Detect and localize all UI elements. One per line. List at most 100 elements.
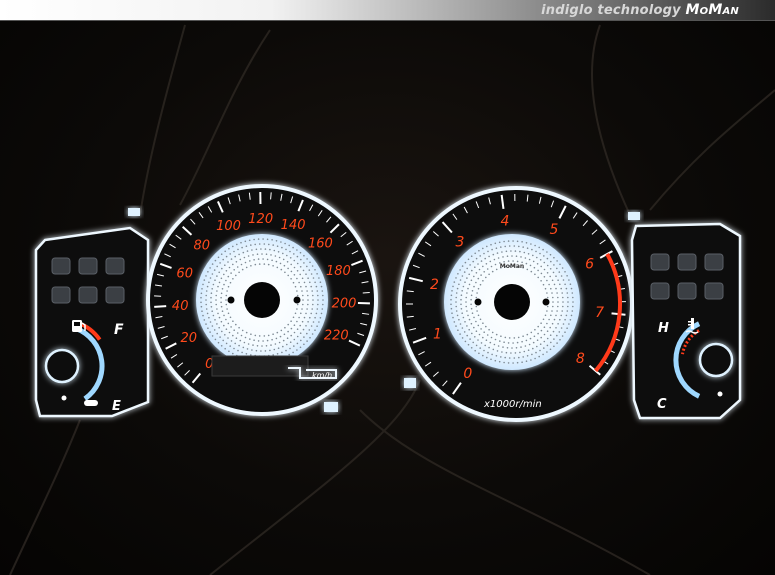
face-dot [477, 324, 480, 327]
face-dot [255, 248, 258, 251]
face-dot [275, 337, 278, 340]
face-dot [527, 253, 530, 255]
face-dot [482, 354, 484, 357]
face-dot [287, 323, 290, 326]
face-dot [538, 246, 540, 249]
face-dot [290, 320, 292, 323]
face-dot [482, 336, 484, 339]
face-dot [267, 334, 270, 337]
face-dot [215, 299, 217, 301]
face-dot [465, 296, 468, 299]
face-dot [230, 326, 232, 328]
face-dot [284, 242, 286, 245]
face-dot [236, 332, 239, 334]
face-dot [480, 342, 483, 344]
speedometer-label: 180 [326, 264, 351, 279]
face-dot [549, 253, 552, 256]
face-dot [211, 288, 213, 290]
face-dot [314, 281, 316, 284]
face-dot [466, 277, 468, 279]
face-dot [482, 322, 484, 325]
face-dot [540, 280, 542, 282]
face-dot [471, 332, 473, 335]
face-dot [251, 249, 253, 251]
face-dot [299, 324, 302, 327]
face-dot [296, 255, 299, 258]
face-dot [220, 296, 222, 299]
face-dot [488, 346, 490, 349]
face-dot [475, 344, 478, 347]
face-dot [546, 264, 549, 267]
face-dot [546, 292, 548, 294]
face-dot [507, 342, 510, 344]
fuel-full-label: F [114, 322, 124, 338]
face-dot [492, 253, 495, 256]
face-dot [452, 285, 454, 288]
face-dot [276, 353, 279, 355]
face-dot [309, 281, 311, 284]
face-dot [534, 328, 536, 331]
face-dot [546, 344, 549, 347]
face-dot [276, 266, 279, 269]
tachometer-label: 7 [595, 305, 604, 321]
face-dot [225, 303, 228, 306]
face-dot [474, 336, 476, 338]
face-dot [511, 347, 513, 349]
face-dot [306, 308, 308, 310]
face-dot [572, 301, 574, 303]
face-dot [478, 352, 480, 355]
face-dot [246, 250, 249, 252]
face-dot [248, 239, 251, 242]
face-dot [301, 308, 303, 310]
face-dot [320, 312, 323, 315]
face-dot [218, 281, 221, 284]
face-dot [529, 264, 532, 267]
face-dot [491, 331, 494, 334]
face-dot [529, 337, 532, 340]
face-dot [567, 305, 569, 308]
face-dot [532, 341, 535, 344]
face-dot [287, 267, 289, 270]
face-dot [271, 239, 273, 241]
face-dot [293, 331, 296, 334]
face-dot [479, 318, 482, 321]
face-dot [557, 301, 559, 303]
face-dot [315, 312, 318, 315]
face-dot [557, 323, 559, 325]
face-dot [283, 264, 286, 267]
face-dot [489, 260, 492, 263]
face-dot [526, 333, 529, 336]
face-dot [228, 266, 231, 269]
face-dot [209, 331, 211, 333]
face-dot [477, 263, 479, 265]
warning-lamp [78, 257, 98, 275]
face-dot [485, 276, 487, 279]
face-dot [243, 256, 246, 259]
face-dot [302, 299, 304, 301]
face-dot [220, 345, 223, 347]
face-dot [300, 285, 302, 288]
face-dot [298, 316, 300, 319]
face-dot [515, 347, 518, 349]
face-dot [229, 281, 232, 284]
face-dot [296, 335, 299, 338]
face-dot [218, 316, 221, 319]
face-dot [275, 240, 278, 242]
face-dot [224, 264, 226, 267]
face-dot [225, 279, 227, 282]
face-dot [555, 327, 557, 329]
face-dot [318, 277, 320, 279]
face-dot [557, 279, 559, 282]
face-dot [303, 254, 305, 257]
face-dot [322, 294, 324, 297]
face-dot [457, 329, 459, 332]
face-dot [497, 257, 500, 259]
face-dot [456, 314, 459, 317]
face-dot [561, 292, 563, 294]
face-dot [570, 287, 573, 290]
face-dot [466, 292, 468, 294]
face-dot [562, 279, 565, 281]
face-dot [546, 296, 549, 299]
face-dot [245, 331, 248, 334]
face-dot [228, 247, 230, 250]
